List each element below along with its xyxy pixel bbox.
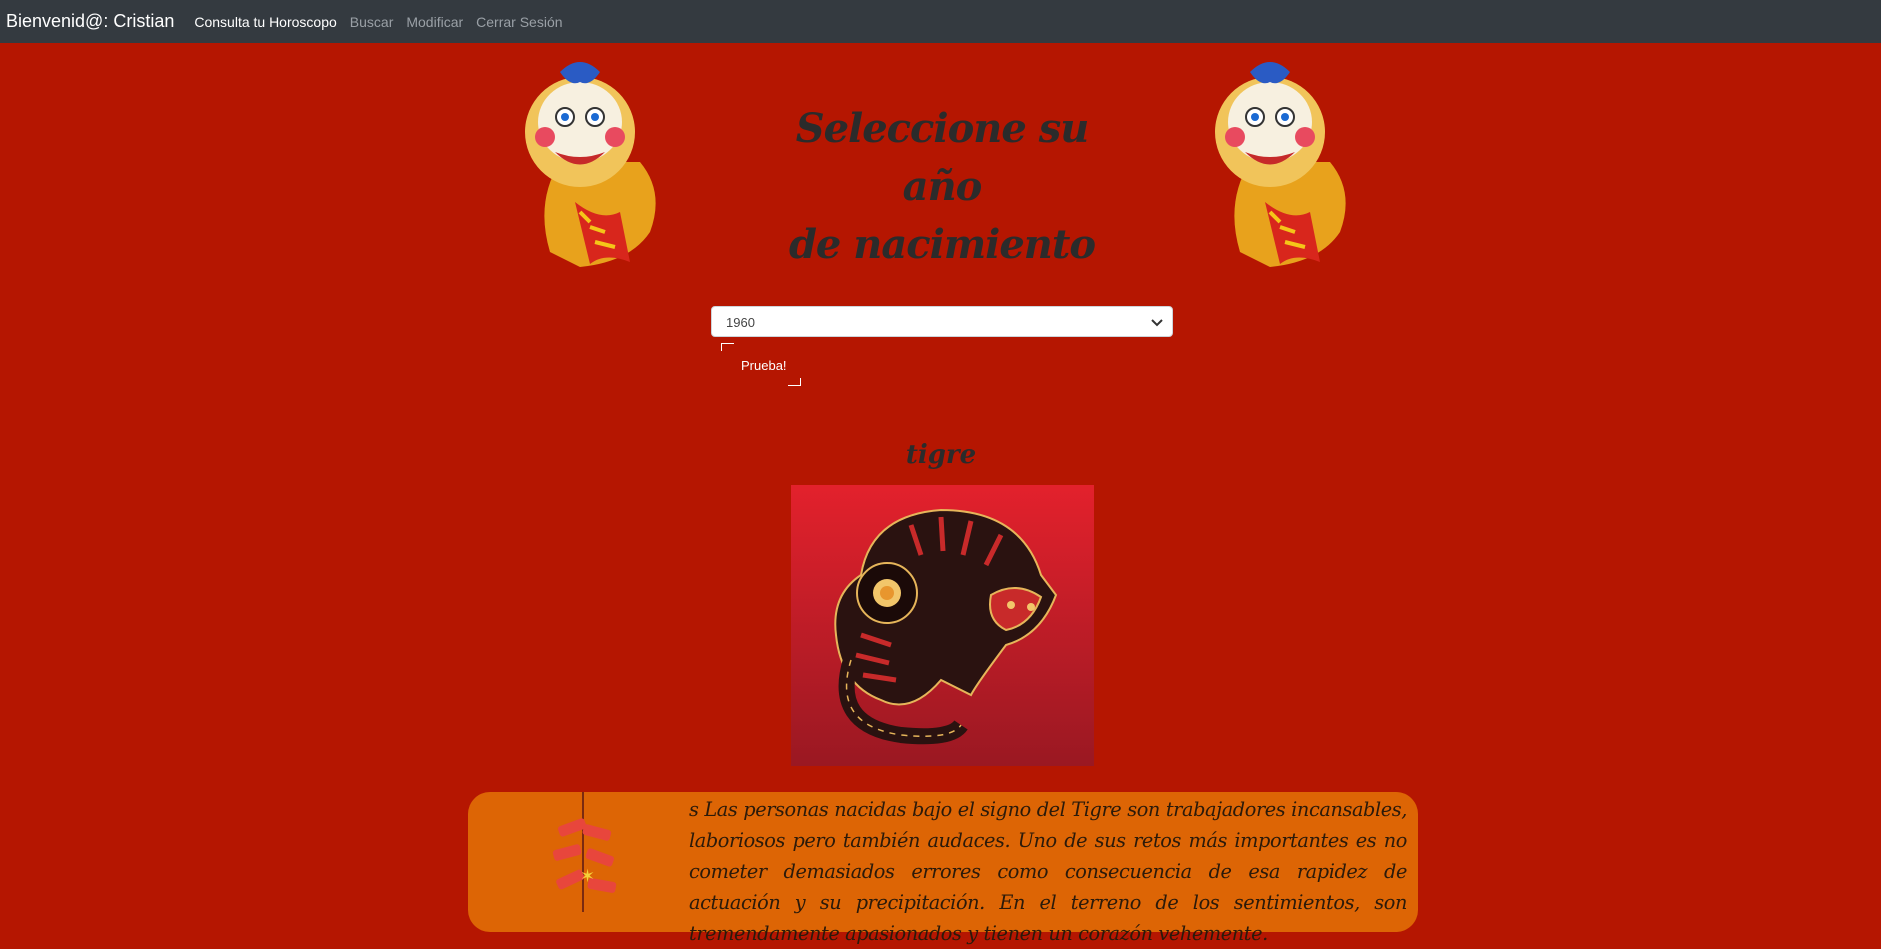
button-corner-top-left: [721, 343, 734, 351]
top-navbar: Bienvenid@: Cristian Consulta tu Horosco…: [0, 0, 1881, 43]
nav-buscar[interactable]: Buscar: [350, 14, 394, 30]
selected-year: 1960: [726, 315, 755, 330]
lion-dance-image-left: [525, 62, 656, 267]
welcome-brand[interactable]: Bienvenid@: Cristian: [6, 11, 174, 32]
page-heading: Seleccione su año de nacimiento: [760, 100, 1124, 274]
svg-text:✶: ✶: [580, 866, 595, 887]
nav-modificar[interactable]: Modificar: [406, 14, 463, 30]
birth-year-select[interactable]: 1960: [711, 306, 1173, 337]
nav-cerrar-sesion[interactable]: Cerrar Sesión: [476, 14, 562, 30]
sign-description-card: ✶ s Las personas nacidas bajo el signo d…: [468, 792, 1418, 945]
heading-line-1: Seleccione su año: [795, 105, 1090, 210]
submit-label: Prueba!: [741, 358, 787, 373]
heading-line-2: de nacimiento: [788, 221, 1096, 268]
prueba-submit-button[interactable]: Prueba!: [721, 343, 801, 386]
nav-consulta-horoscopo[interactable]: Consulta tu Horoscopo: [194, 14, 336, 30]
firecracker-icon: ✶: [552, 792, 617, 912]
sign-description-text: s Las personas nacidas bajo el signo del…: [689, 798, 1407, 945]
zodiac-sign-name: tigre: [905, 440, 977, 470]
lion-dance-image-right: [1215, 62, 1346, 267]
chevron-down-icon: [1151, 319, 1163, 327]
tiger-zodiac-image: [791, 485, 1094, 766]
button-corner-bottom-right: [788, 378, 801, 386]
